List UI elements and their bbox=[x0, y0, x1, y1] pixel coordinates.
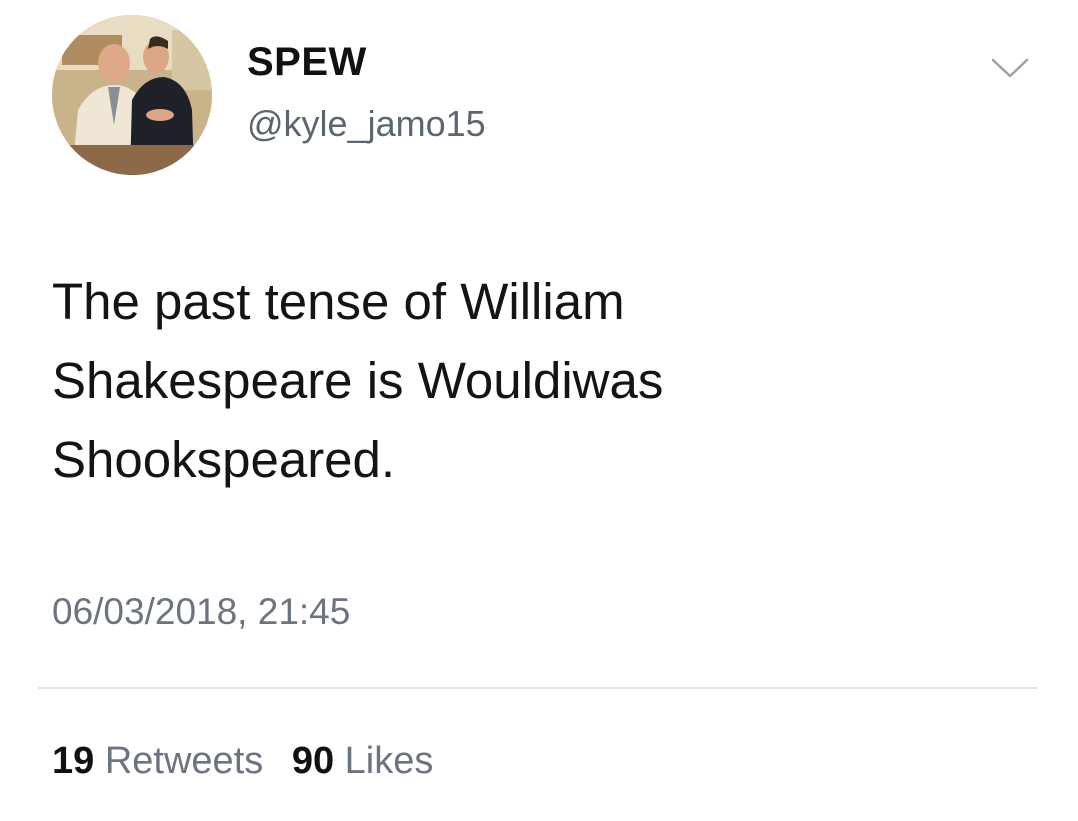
retweets-label: Retweets bbox=[104, 740, 264, 782]
retweets-stat[interactable]: 19 Retweets bbox=[52, 740, 263, 783]
avatar[interactable] bbox=[52, 15, 212, 175]
tweet-text-line: Shakespeare is Wouldiwas bbox=[52, 352, 664, 409]
likes-count: 90 bbox=[291, 740, 335, 782]
tweet-timestamp[interactable]: 06/03/2018, 21:45 bbox=[52, 591, 350, 633]
tweet-text: The past tense of William Shakespeare is… bbox=[52, 262, 1012, 499]
tweet-text-line: The past tense of William bbox=[52, 273, 625, 330]
tweet-card: SPEW @kyle_jamo15 The past tense of Will… bbox=[0, 0, 1078, 821]
likes-label: Likes bbox=[344, 740, 434, 782]
profile-photo-icon bbox=[52, 15, 212, 175]
retweets-count: 19 bbox=[52, 740, 95, 782]
likes-stat[interactable]: 90 Likes bbox=[292, 740, 434, 783]
tweet-text-line: Shookspeared. bbox=[52, 431, 396, 488]
tweet-stats: 19 Retweets 90 Likes bbox=[52, 740, 433, 783]
chevron-down-icon[interactable] bbox=[990, 56, 1030, 80]
display-name[interactable]: SPEW bbox=[247, 40, 367, 85]
divider bbox=[38, 687, 1038, 689]
user-handle[interactable]: @kyle_jamo15 bbox=[247, 103, 486, 145]
